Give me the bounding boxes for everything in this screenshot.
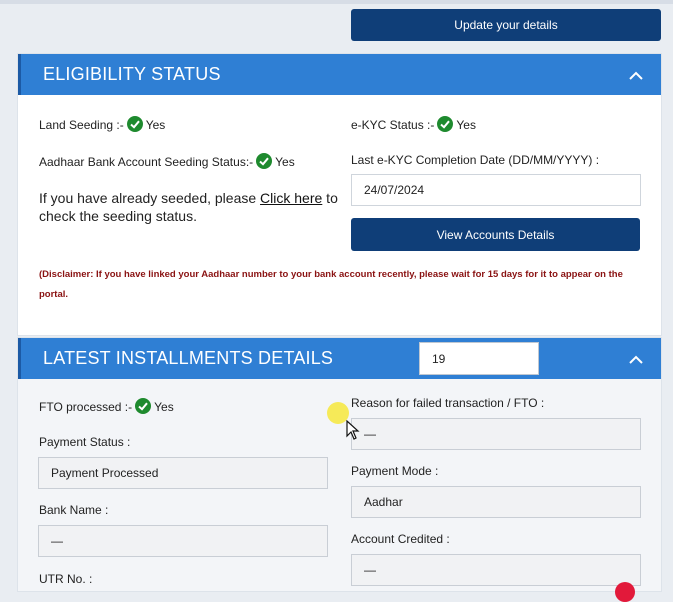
payment-status-field[interactable]: Payment Processed — [38, 457, 328, 489]
reason-failed-field[interactable]: — — [351, 418, 641, 450]
bank-name-field[interactable]: — — [38, 525, 328, 557]
check-circle-icon — [126, 116, 143, 132]
latest-installments-header[interactable]: LATEST INSTALLMENTS DETAILS 19 — [18, 338, 661, 379]
ekyc-status: e-KYC Status :- Yes — [351, 116, 476, 132]
ekyc-status-label: e-KYC Status :- — [351, 118, 435, 132]
utr-number-label: UTR No. : — [39, 572, 93, 586]
chevron-up-icon[interactable] — [629, 353, 643, 367]
latest-installments-title: LATEST INSTALLMENTS DETAILS — [43, 348, 334, 368]
ekyc-status-value: Yes — [456, 118, 476, 132]
fto-processed-label: FTO processed :- — [39, 400, 133, 414]
ekyc-date-field[interactable]: 24/07/2024 — [351, 174, 641, 206]
check-circle-icon — [437, 116, 454, 132]
latest-installments-panel: LATEST INSTALLMENTS DETAILS 19 FTO proce… — [17, 337, 662, 592]
account-credited-field[interactable]: — — [351, 554, 641, 586]
land-seeding-value: Yes — [145, 118, 166, 132]
update-details-button[interactable]: Update your details — [351, 9, 661, 41]
aadhaar-seeding-label: Aadhaar Bank Account Seeding Status:- — [39, 155, 254, 169]
mouse-cursor-icon — [346, 420, 360, 440]
account-credited-label: Account Credited : — [351, 532, 450, 546]
land-seeding-label: Land Seeding :- — [39, 118, 124, 132]
seeding-check-text-before: If you have already seeded, please — [39, 190, 261, 206]
installment-number-select[interactable]: 19 — [419, 342, 539, 375]
click-here-link[interactable]: Click here — [260, 190, 322, 206]
check-circle-icon — [256, 153, 273, 169]
payment-mode-field[interactable]: Aadhar — [351, 486, 641, 518]
fto-processed-value: Yes — [154, 400, 174, 414]
reason-failed-label: Reason for failed transaction / FTO : — [351, 396, 545, 410]
seeding-check-text: If you have already seeded, please Click… — [39, 189, 339, 225]
recording-indicator — [615, 582, 635, 602]
eligibility-status-title: ELIGIBILITY STATUS — [43, 64, 221, 84]
land-seeding-status: Land Seeding :- Yes — [39, 116, 165, 132]
disclaimer-text: (Disclaimer: If you have linked your Aad… — [39, 269, 623, 300]
aadhaar-seeding-value: Yes — [275, 155, 295, 169]
pm-kisan-beneficiary-status-page: Update your details ELIGIBILITY STATUS L… — [0, 0, 673, 602]
ekyc-date-label: Last e-KYC Completion Date (DD/MM/YYYY) … — [351, 153, 600, 167]
view-accounts-details-button[interactable]: View Accounts Details — [351, 218, 640, 251]
aadhaar-seeding-status: Aadhaar Bank Account Seeding Status:- Yes — [39, 153, 295, 169]
payment-mode-label: Payment Mode : — [351, 464, 439, 478]
eligibility-status-header[interactable]: ELIGIBILITY STATUS — [18, 54, 661, 95]
top-divider — [0, 0, 673, 4]
bank-name-label: Bank Name : — [39, 503, 109, 517]
header-accent-strip — [18, 54, 21, 95]
payment-status-label: Payment Status : — [39, 435, 131, 449]
check-circle-icon — [135, 398, 152, 414]
fto-processed-status: FTO processed :- Yes — [39, 398, 174, 414]
chevron-up-icon[interactable] — [629, 69, 643, 83]
eligibility-status-panel: ELIGIBILITY STATUS Land Seeding :- Yes e-… — [17, 53, 662, 336]
header-accent-strip — [18, 338, 21, 379]
